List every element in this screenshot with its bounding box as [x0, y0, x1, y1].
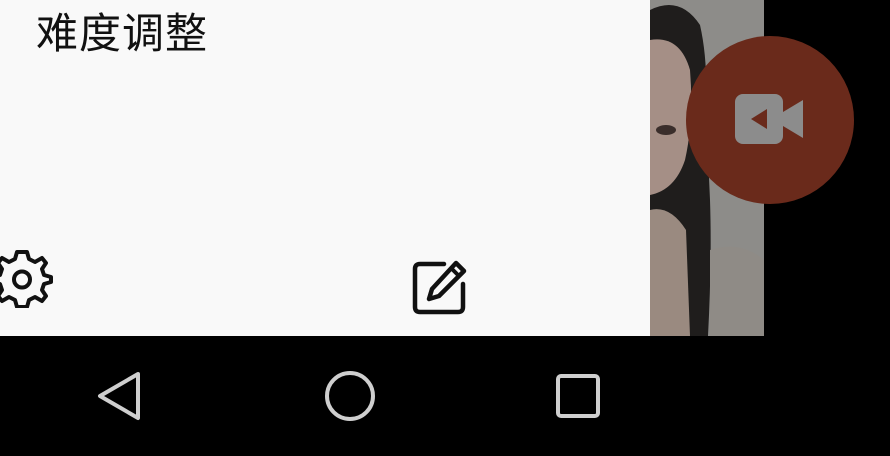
navigation-bar	[0, 336, 890, 456]
recent-apps-square-icon[interactable]	[548, 366, 608, 426]
screen: 难度调整	[0, 0, 890, 456]
edit-icon[interactable]	[410, 258, 470, 318]
side-panel: 难度调整	[0, 0, 650, 336]
gear-icon[interactable]	[0, 244, 54, 308]
video-call-button[interactable]	[686, 36, 854, 204]
back-triangle-icon[interactable]	[90, 366, 150, 426]
home-circle-icon[interactable]	[320, 366, 380, 426]
panel-title[interactable]: 难度调整	[36, 8, 208, 60]
video-camera-icon	[735, 94, 803, 144]
